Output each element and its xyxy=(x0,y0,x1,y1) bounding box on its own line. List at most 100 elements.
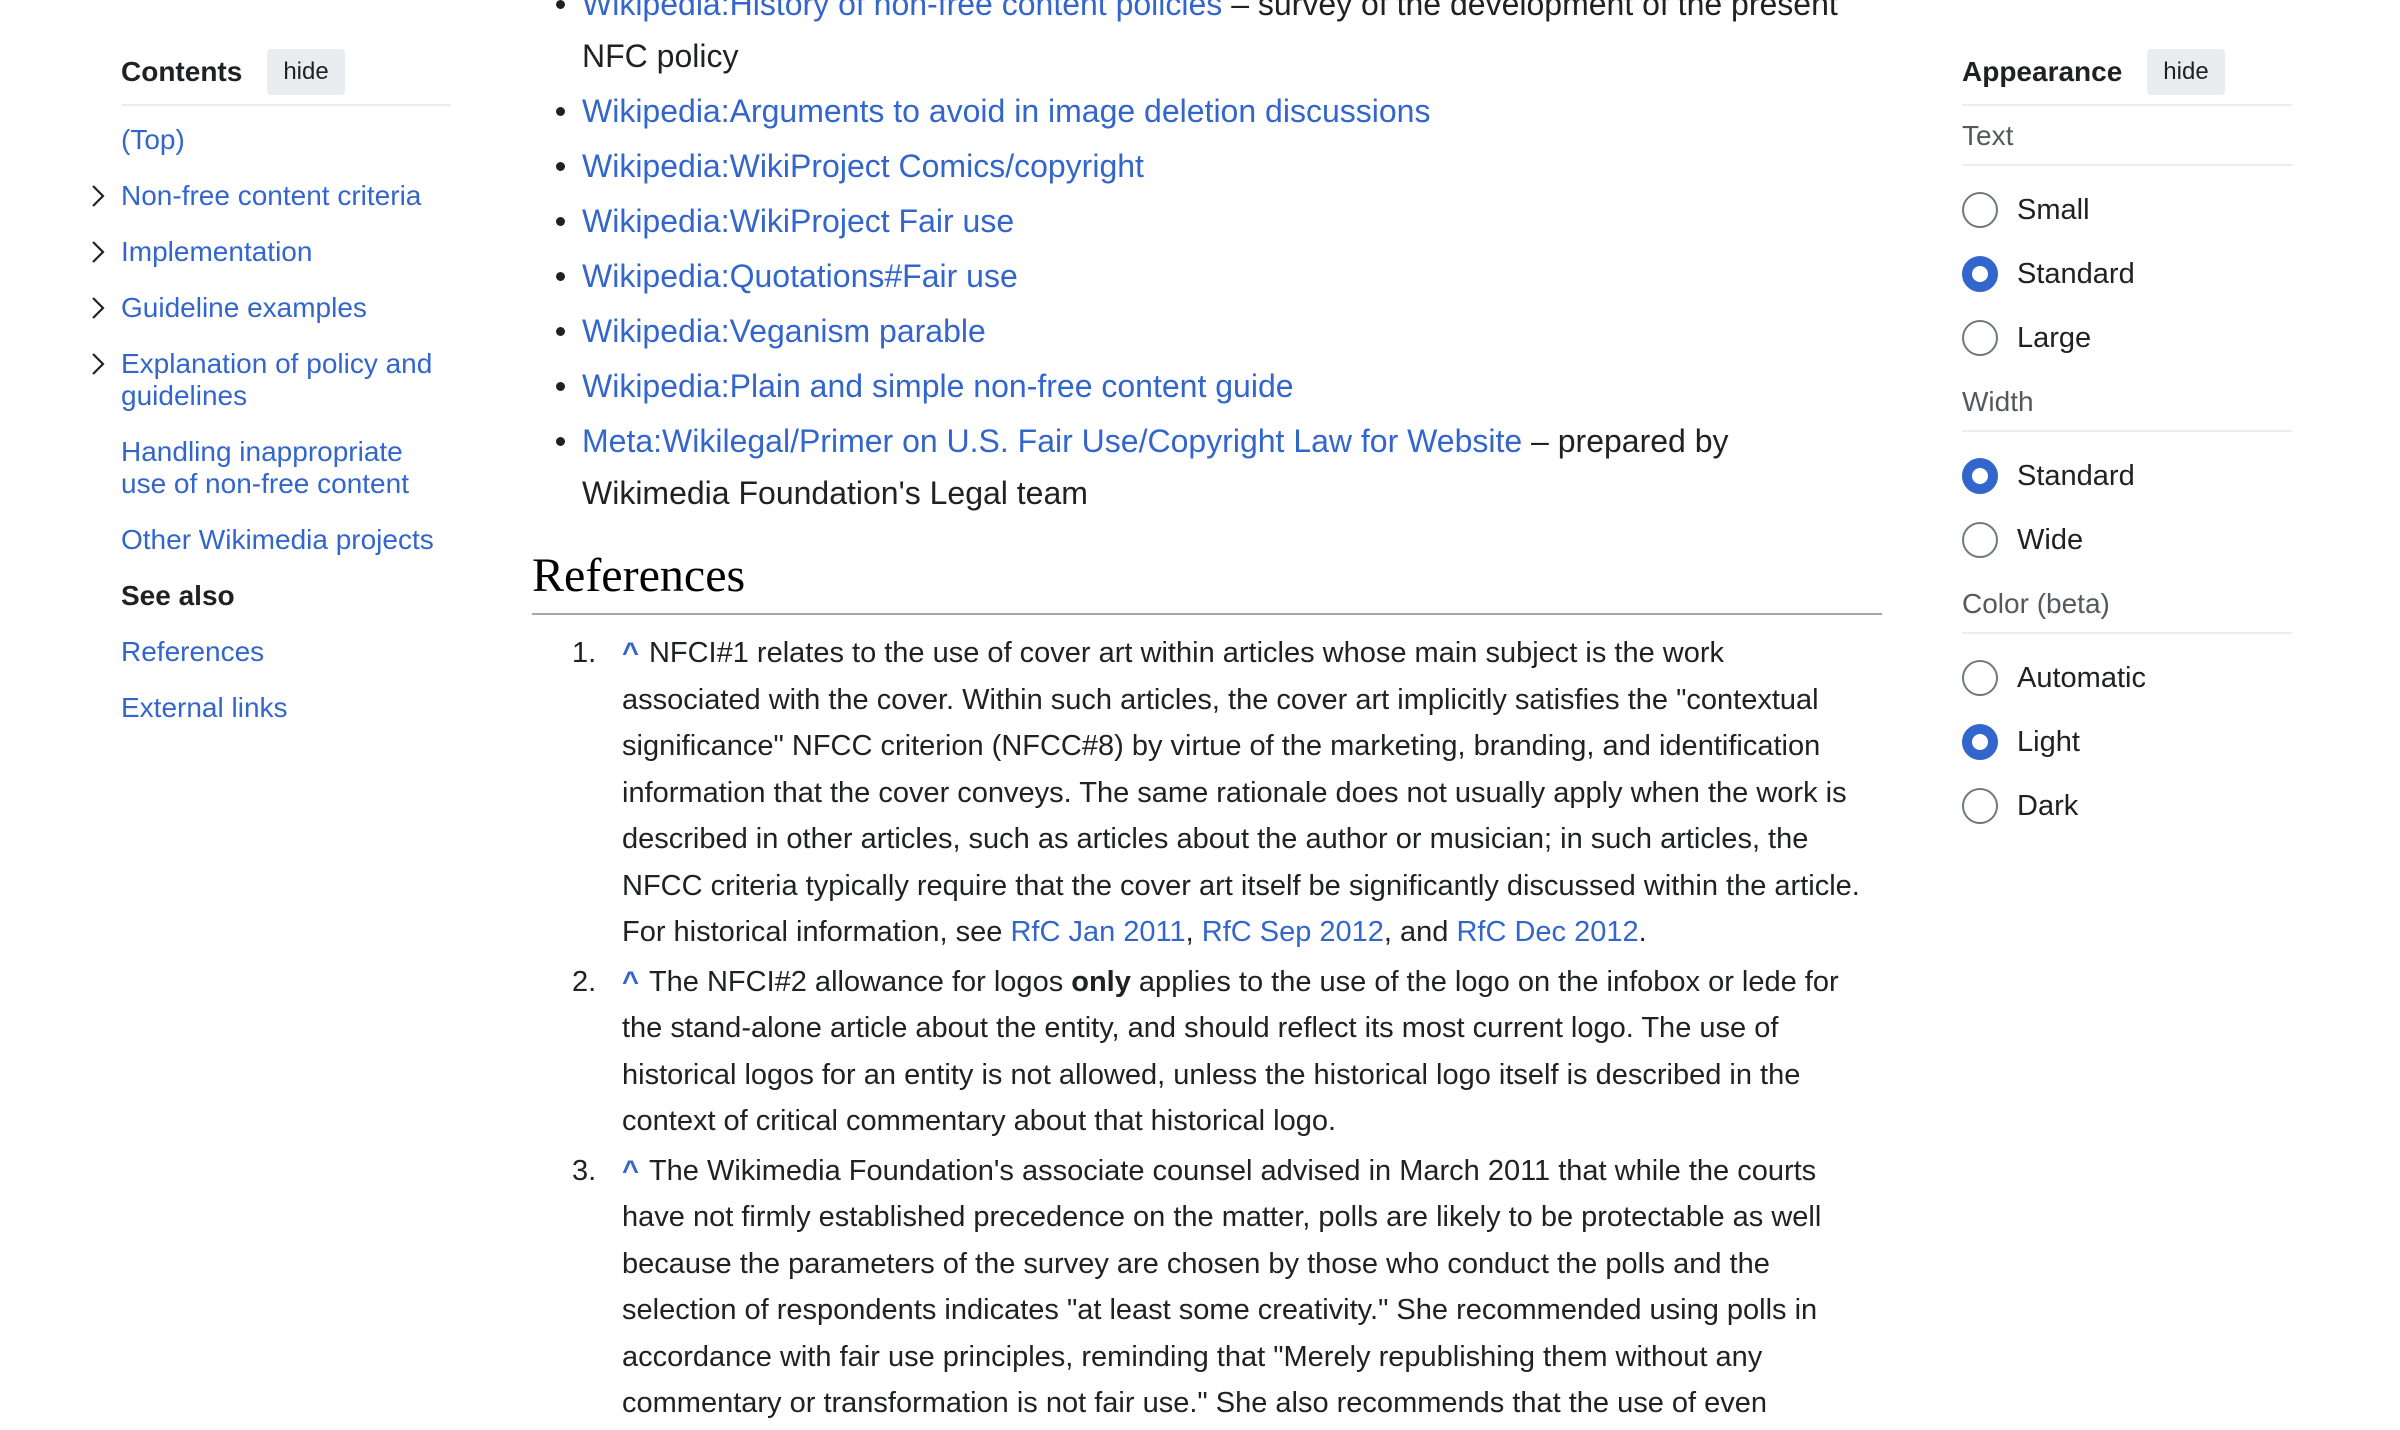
toc-item-references[interactable]: References xyxy=(121,636,451,668)
reference-link[interactable]: RfC Jan 2011 xyxy=(1010,916,1185,948)
list-item: Wikipedia:Arguments to avoid in image de… xyxy=(556,85,1882,137)
text-size-group: Small Standard Large xyxy=(1962,178,2292,370)
toc-link[interactable]: Other Wikimedia projects xyxy=(121,524,434,555)
radio-label[interactable]: Large xyxy=(2017,322,2091,355)
appearance-title: Appearance xyxy=(1962,56,2123,87)
toc-link-active[interactable]: See also xyxy=(121,580,235,611)
color-automatic-option[interactable]: Automatic xyxy=(1962,646,2292,710)
radio-label[interactable]: Small xyxy=(2017,194,2090,227)
toc-link[interactable]: (Top) xyxy=(121,124,185,155)
toc-link[interactable]: Explanation of policy and guidelines xyxy=(121,348,432,411)
see-also-link[interactable]: Wikipedia:WikiProject Fair use xyxy=(582,203,1014,239)
toc-item-external-links[interactable]: External links xyxy=(121,692,451,724)
list-item: Wikipedia:History of non-free content po… xyxy=(556,0,1882,82)
toc-item-see-also[interactable]: See also xyxy=(121,580,451,612)
appearance-hide-button[interactable]: hide xyxy=(2147,49,2225,95)
radio-label[interactable]: Dark xyxy=(2017,790,2078,823)
list-item: Wikipedia:Veganism parable xyxy=(556,305,1882,357)
toc-hide-button[interactable]: hide xyxy=(267,49,345,95)
toc-item-handling-inappropriate-use[interactable]: Handling inappropriate use of non-free c… xyxy=(121,436,451,500)
radio-button-checked[interactable] xyxy=(1962,256,1998,292)
toc-link[interactable]: External links xyxy=(121,692,288,723)
see-also-link[interactable]: Meta:Wikilegal/Primer on U.S. Fair Use/C… xyxy=(582,423,1522,459)
see-also-link[interactable]: Wikipedia:History of non-free content po… xyxy=(582,0,1222,22)
radio-button[interactable] xyxy=(1962,320,1998,356)
color-light-option[interactable]: Light xyxy=(1962,710,2292,774)
see-also-link[interactable]: Wikipedia:Plain and simple non-free cont… xyxy=(582,368,1294,404)
radio-label[interactable]: Wide xyxy=(2017,524,2083,557)
chevron-right-icon[interactable] xyxy=(87,295,109,321)
appearance-panel: Appearance hide Text Small Standard Larg… xyxy=(1962,48,2292,838)
toc-item-implementation[interactable]: Implementation xyxy=(92,236,451,268)
reference-text: , xyxy=(1185,916,1202,948)
table-of-contents: Contents hide (Top) Non-free content cri… xyxy=(92,48,451,748)
text-size-label: Text xyxy=(1962,120,2292,166)
reference-item: 1. ^ NFCI#1 relates to the use of cover a… xyxy=(572,630,1862,956)
radio-label[interactable]: Standard xyxy=(2017,258,2135,291)
radio-button-checked[interactable] xyxy=(1962,458,1998,494)
reference-text: . xyxy=(1638,916,1647,948)
toc-item-non-free-content-criteria[interactable]: Non-free content criteria xyxy=(92,180,451,212)
toc-title: Contents xyxy=(121,56,243,87)
reference-number: 3. xyxy=(572,1154,597,1187)
toc-link[interactable]: Guideline examples xyxy=(121,292,367,323)
text-size-large-option[interactable]: Large xyxy=(1962,306,2292,370)
text-size-standard-option[interactable]: Standard xyxy=(1962,242,2292,306)
list-item: Wikipedia:WikiProject Comics/copyright xyxy=(556,140,1882,192)
width-group: Standard Wide xyxy=(1962,444,2292,572)
color-dark-option[interactable]: Dark xyxy=(1962,774,2292,838)
radio-label[interactable]: Automatic xyxy=(2017,662,2146,695)
reference-text: The Wikimedia Foundation's associate cou… xyxy=(622,1154,1822,1420)
appearance-header: Appearance hide xyxy=(1962,48,2292,106)
backlink-caret[interactable]: ^ xyxy=(622,966,639,998)
references-list: 1. ^ NFCI#1 relates to the use of cover a… xyxy=(572,630,1862,1430)
see-also-link[interactable]: Wikipedia:Arguments to avoid in image de… xyxy=(582,93,1430,129)
reference-item: 3. ^ The Wikimedia Foundation's associate… xyxy=(572,1148,1862,1427)
list-item: Wikipedia:Plain and simple non-free cont… xyxy=(556,360,1882,412)
reference-link[interactable]: RfC Sep 2012 xyxy=(1202,916,1384,948)
toc-item-guideline-examples[interactable]: Guideline examples xyxy=(92,292,451,324)
width-standard-option[interactable]: Standard xyxy=(1962,444,2292,508)
reference-text: , and xyxy=(1383,916,1457,948)
toc-list: (Top) Non-free content criteria Implemen… xyxy=(92,124,451,724)
radio-label[interactable]: Light xyxy=(2017,726,2080,759)
backlink-caret[interactable]: ^ xyxy=(622,1155,639,1187)
toc-item-top[interactable]: (Top) xyxy=(121,124,451,156)
radio-label[interactable]: Standard xyxy=(2017,460,2135,493)
reference-number: 2. xyxy=(572,965,597,998)
reference-item: 2. ^ The NFCI#2 allowance for logos only … xyxy=(572,959,1862,1145)
reference-text: NFCI#1 relates to the use of cover art w… xyxy=(622,637,1860,948)
reference-text: The NFCI#2 allowance for logos xyxy=(648,965,1072,998)
radio-button[interactable] xyxy=(1962,660,1998,696)
reference-link[interactable]: RfC Dec 2012 xyxy=(1456,916,1638,948)
toc-item-other-wikimedia-projects[interactable]: Other Wikimedia projects xyxy=(121,524,451,556)
backlink-caret[interactable]: ^ xyxy=(622,637,639,669)
width-label: Width xyxy=(1962,386,2292,432)
toc-item-explanation[interactable]: Explanation of policy and guidelines xyxy=(92,348,451,412)
radio-button[interactable] xyxy=(1962,788,1998,824)
toc-header: Contents hide xyxy=(121,48,451,106)
width-wide-option[interactable]: Wide xyxy=(1962,508,2292,572)
radio-button[interactable] xyxy=(1962,192,1998,228)
toc-link[interactable]: Handling inappropriate use of non-free c… xyxy=(121,436,409,499)
list-item: Meta:Wikilegal/Primer on U.S. Fair Use/C… xyxy=(556,415,1882,519)
chevron-right-icon[interactable] xyxy=(87,239,109,265)
radio-button[interactable] xyxy=(1962,522,1998,558)
see-also-list: Wikipedia:History of non-free content po… xyxy=(556,0,1882,522)
references-heading: References xyxy=(532,548,1882,615)
reference-number: 1. xyxy=(572,637,597,669)
see-also-link[interactable]: Wikipedia:Quotations#Fair use xyxy=(582,258,1018,294)
toc-link[interactable]: Non-free content criteria xyxy=(121,180,421,211)
list-item: Wikipedia:Quotations#Fair use xyxy=(556,250,1882,302)
color-group: Automatic Light Dark xyxy=(1962,646,2292,838)
radio-button-checked[interactable] xyxy=(1962,724,1998,760)
chevron-right-icon[interactable] xyxy=(87,351,109,377)
chevron-right-icon[interactable] xyxy=(87,183,109,209)
toc-link[interactable]: Implementation xyxy=(121,236,312,267)
list-item: Wikipedia:WikiProject Fair use xyxy=(556,195,1882,247)
see-also-link[interactable]: Wikipedia:Veganism parable xyxy=(582,313,986,349)
see-also-link[interactable]: Wikipedia:WikiProject Comics/copyright xyxy=(582,148,1144,184)
reference-bold-text: only xyxy=(1071,965,1131,998)
toc-link[interactable]: References xyxy=(121,636,264,667)
text-size-small-option[interactable]: Small xyxy=(1962,178,2292,242)
